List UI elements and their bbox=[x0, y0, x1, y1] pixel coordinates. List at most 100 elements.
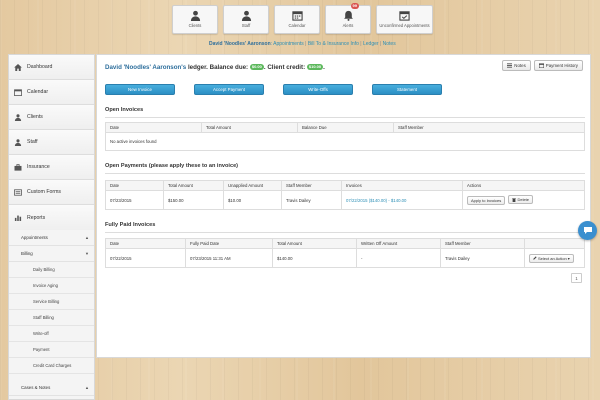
invoice-link[interactable]: 07/22/2015 ($140.00) - $140.00 bbox=[341, 190, 463, 210]
statement-button[interactable]: Statement bbox=[372, 84, 442, 95]
sidebar-group-billing[interactable]: Billing ▼ bbox=[9, 246, 94, 262]
sidebar-item-label: Staff bbox=[27, 139, 38, 145]
delete-button[interactable]: Delete bbox=[508, 195, 534, 205]
person-icon bbox=[241, 10, 251, 21]
payment-history-button[interactable]: Payment History bbox=[533, 60, 583, 71]
sidebar-group-label: Billing bbox=[21, 251, 33, 256]
sidebar-item-invoice-aging[interactable]: Invoice Aging bbox=[9, 278, 94, 294]
column-header: Total Amount bbox=[272, 238, 357, 249]
chevron-down-icon: ▼ bbox=[85, 251, 89, 256]
accept-payment-button[interactable]: Accept Payment bbox=[194, 84, 264, 95]
sidebar-group-appointments[interactable]: Appointments ▲ bbox=[9, 230, 94, 246]
sidebar-group-cases-notes[interactable]: Cases & Notes ▲ bbox=[9, 380, 94, 396]
nav-staff-button[interactable]: Staff bbox=[223, 5, 269, 34]
notes-button-label: Notes bbox=[514, 63, 526, 68]
forms-icon bbox=[14, 188, 22, 196]
section-divider bbox=[105, 117, 585, 118]
column-header: Date bbox=[105, 180, 164, 191]
breadcrumb-current[interactable]: David 'Noodles' Aaronson bbox=[209, 41, 271, 47]
cell-unapplied: $10.00 bbox=[223, 190, 282, 210]
sidebar-item-label: Insurance bbox=[27, 164, 50, 170]
nav-unconfirmed-button[interactable]: Unconfirmed Appointments bbox=[376, 5, 433, 34]
breadcrumb-notes-link[interactable]: Notes bbox=[383, 41, 396, 47]
sidebar-item-credit-card-charges[interactable]: Credit Card Charges bbox=[9, 358, 94, 374]
pagination-page-button[interactable]: 1 bbox=[571, 273, 582, 283]
open-payments-table: Date Total Amount Unapplied Amount Staff… bbox=[105, 180, 585, 210]
open-payments-title: Open Payments (please apply these to an … bbox=[105, 163, 239, 169]
column-header: Date bbox=[105, 122, 202, 133]
ledger-toolbar: Notes Payment History bbox=[502, 60, 583, 71]
table-header-row: Date Total Amount Unapplied Amount Staff… bbox=[105, 180, 585, 191]
chat-button[interactable] bbox=[578, 221, 597, 240]
briefcase-icon bbox=[14, 163, 22, 171]
caret-down-icon: ▾ bbox=[567, 255, 570, 261]
person-icon bbox=[14, 113, 22, 121]
new-invoice-button[interactable]: New Invoice bbox=[105, 84, 175, 95]
select-action-dropdown[interactable]: Select an Action ▾ bbox=[529, 253, 574, 263]
calendar-icon bbox=[291, 11, 303, 21]
sidebar-item-clients[interactable]: Clients bbox=[9, 105, 94, 130]
cell-date: 07/23/2015 bbox=[105, 190, 164, 210]
sidebar-item-custom-forms[interactable]: Custom Forms bbox=[9, 180, 94, 205]
sidebar-item-label: Dashboard bbox=[27, 64, 53, 70]
sidebar-item-dashboard[interactable]: Dashboard bbox=[9, 55, 94, 80]
cell-total: $150.00 bbox=[163, 190, 224, 210]
action-bar: New Invoice Accept Payment Write-Offs St… bbox=[105, 84, 442, 95]
breadcrumb-appointments-link[interactable]: : Appointments bbox=[271, 41, 304, 47]
sidebar-item-calendar[interactable]: Calendar bbox=[9, 80, 94, 105]
table-header-row: Date Total Amount Balance Due Staff Memb… bbox=[105, 122, 585, 133]
table-row: 07/23/2015 $150.00 $10.00 Travis Dailey … bbox=[105, 190, 585, 210]
table-header-row: Date Fully Paid Date Total Amount Writte… bbox=[105, 238, 585, 249]
column-header bbox=[524, 238, 585, 249]
client-name-link[interactable]: David 'Noodles' Aaronson's bbox=[105, 64, 186, 71]
chevron-up-icon: ▲ bbox=[85, 385, 89, 390]
select-action-label: Select an Action bbox=[538, 255, 567, 261]
sidebar-group-label: Appointments bbox=[21, 235, 48, 240]
breadcrumb-separator: | bbox=[379, 41, 382, 47]
cell-written-off: - bbox=[356, 248, 441, 268]
breadcrumb-separator: | bbox=[360, 41, 362, 47]
cell-date: 07/22/2015 bbox=[105, 248, 186, 268]
nav-calendar-button[interactable]: Calendar bbox=[274, 5, 320, 34]
balance-due-badge: $0.00 bbox=[249, 64, 264, 70]
sidebar-group-label: Cases & Notes bbox=[21, 385, 51, 390]
calendar-icon bbox=[14, 88, 22, 96]
nav-label: Calendar bbox=[288, 23, 306, 28]
column-header: Staff Member bbox=[440, 238, 525, 249]
sidebar-item-label: Reports bbox=[27, 214, 46, 221]
sidebar-item-payment[interactable]: Payment bbox=[9, 342, 94, 358]
nav-clients-button[interactable]: Clients bbox=[172, 5, 218, 34]
sidebar-item-label: Clients bbox=[27, 114, 43, 120]
chevron-up-icon: ▲ bbox=[85, 235, 89, 240]
sidebar-item-staff[interactable]: Staff bbox=[9, 130, 94, 155]
nav-alerts-button[interactable]: 99 Alerts bbox=[325, 3, 371, 34]
apply-to-invoices-button[interactable]: Apply to Invoices bbox=[467, 195, 506, 205]
notes-button[interactable]: Notes bbox=[502, 60, 531, 71]
breadcrumb: David 'Noodles' Aaronson: Appointments |… bbox=[209, 41, 396, 47]
sidebar-item-reports[interactable]: Reports bbox=[9, 205, 94, 230]
sidebar-item-daily-billing[interactable]: Daily Billing bbox=[9, 262, 94, 278]
sidebar-item-insurance[interactable]: Insurance bbox=[9, 155, 94, 180]
cell-staff: Travis Dailey bbox=[281, 190, 342, 210]
column-header: Actions bbox=[462, 180, 585, 191]
bell-icon bbox=[343, 10, 353, 21]
cell-total: $140.00 bbox=[272, 248, 357, 268]
delete-label: Delete bbox=[517, 197, 530, 203]
cell-staff: Travis Dailey bbox=[440, 248, 525, 268]
bar-chart-icon bbox=[14, 215, 22, 221]
table-row: No active invoices found bbox=[105, 132, 585, 151]
column-header: Unapplied Amount bbox=[223, 180, 282, 191]
nav-label: Unconfirmed Appointments bbox=[379, 23, 430, 28]
column-header: Fully Paid Date bbox=[185, 238, 273, 249]
payment-history-label: Payment History bbox=[545, 63, 578, 68]
calendar-check-icon bbox=[399, 11, 410, 21]
write-offs-button[interactable]: Write-Offs bbox=[283, 84, 353, 95]
sidebar-item-staff-billing[interactable]: Staff Billing bbox=[9, 310, 94, 326]
sidebar-item-write-off[interactable]: Write-off bbox=[9, 326, 94, 342]
breadcrumb-ledger-link[interactable]: Ledger bbox=[363, 41, 379, 47]
cell-actions: Apply to Invoices Delete bbox=[462, 190, 585, 210]
breadcrumb-billto-link[interactable]: Bill To & Insurance Info bbox=[308, 41, 359, 47]
person-icon bbox=[14, 138, 22, 146]
section-divider bbox=[105, 173, 585, 174]
sidebar-item-service-billing[interactable]: Service Billing bbox=[9, 294, 94, 310]
